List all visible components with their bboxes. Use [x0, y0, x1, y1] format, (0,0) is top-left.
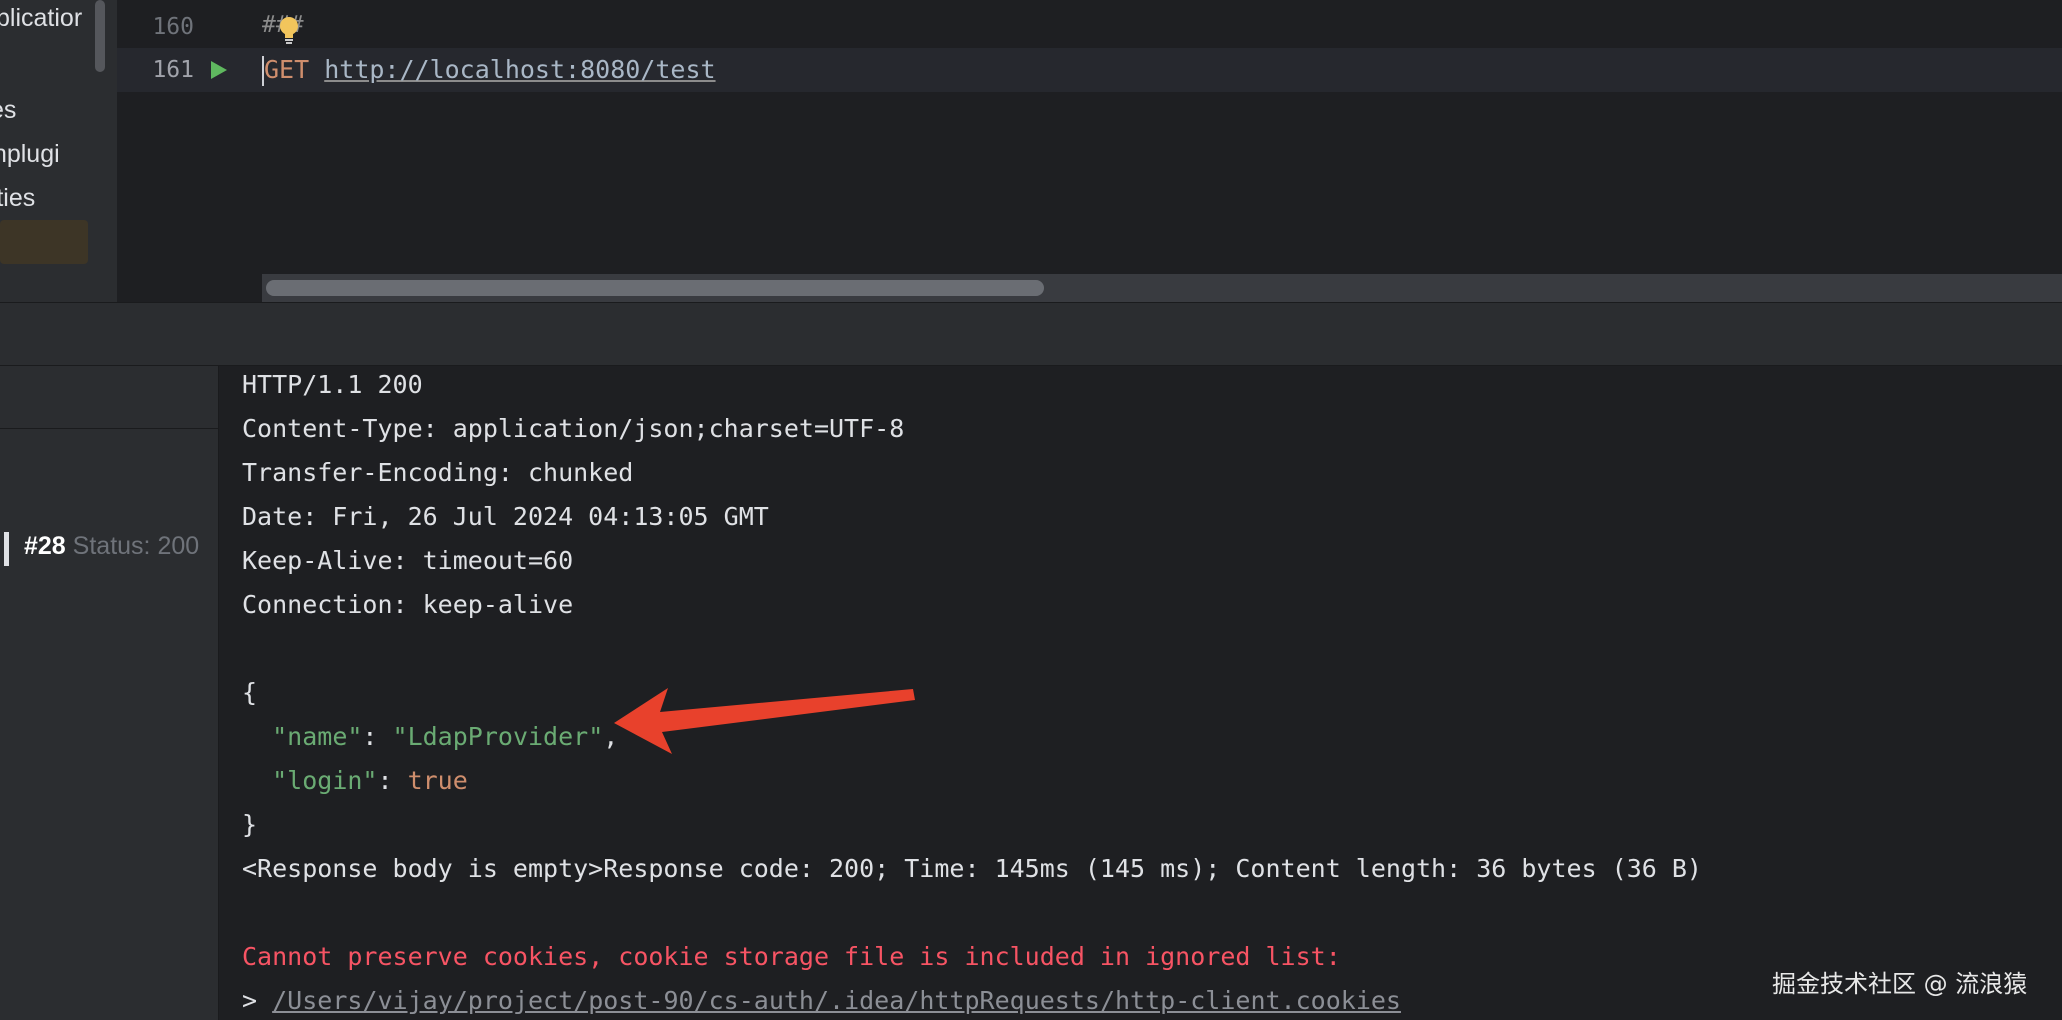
json-name-line: "name": "LdapProvider",	[272, 722, 619, 751]
arrow-annotation	[614, 688, 915, 754]
request-history-panel	[0, 366, 219, 1020]
line-number: 161	[152, 57, 194, 83]
horizontal-scrollbar-thumb[interactable]	[266, 280, 1044, 296]
cookie-path-line: > /Users/vijay/project/post-90/cs-auth/.…	[242, 986, 1401, 1015]
project-tree-item[interactable]: plicatior	[0, 4, 82, 33]
response-header: HTTP/1.1 200	[242, 370, 423, 399]
prompt-symbol: >	[242, 986, 258, 1015]
json-key: "login"	[272, 766, 378, 795]
history-status: Status: 200	[72, 532, 200, 560]
sidebar-scrollbar[interactable]	[95, 0, 105, 72]
response-summary: <Response body is empty>Response code: 2…	[242, 854, 1702, 883]
watermark: 掘金技术社区 @ 流浪猿	[1772, 970, 2028, 998]
response-header: Date: Fri, 26 Jul 2024 04:13:05 GMT	[242, 502, 769, 531]
json-login-line: "login": true	[272, 766, 468, 795]
line-number: 160	[152, 14, 194, 40]
editor-gutter	[117, 0, 257, 302]
project-tree-item[interactable]: rties	[0, 184, 35, 213]
json-value: "LdapProvider"	[392, 722, 604, 751]
history-number: #28	[24, 532, 66, 560]
project-sidebar: plicatior es thplugi rties	[0, 0, 117, 302]
cookie-error-message: Cannot preserve cookies, cookie storage …	[242, 942, 1341, 971]
request-line[interactable]: GET http://localhost:8080/test	[264, 55, 716, 84]
json-open-brace: {	[242, 678, 258, 707]
json-value: true	[407, 766, 468, 795]
history-selection-marker	[4, 532, 9, 566]
response-header: Keep-Alive: timeout=60	[242, 546, 574, 575]
panel-separator	[0, 428, 218, 429]
project-tree-item[interactable]: thplugi	[0, 140, 60, 169]
bulb-icon[interactable]	[276, 14, 302, 46]
run-icon[interactable]	[208, 58, 230, 82]
response-header: Content-Type: application/json;charset=U…	[242, 414, 905, 443]
panel-divider[interactable]	[0, 302, 2062, 366]
json-close-brace: }	[242, 810, 258, 839]
request-url[interactable]: http://localhost:8080/test	[324, 55, 715, 84]
project-tree-item[interactable]: es	[0, 96, 16, 125]
response-header: Transfer-Encoding: chunked	[242, 458, 634, 487]
editor-area[interactable]	[257, 0, 2062, 302]
response-header: Connection: keep-alive	[242, 590, 574, 619]
json-key: "name"	[272, 722, 363, 751]
history-entry[interactable]: #28 Status: 200	[24, 532, 218, 561]
cookie-file-link[interactable]: /Users/vijay/project/post-90/cs-auth/.id…	[272, 986, 1401, 1015]
project-tree-selected-item[interactable]	[0, 220, 88, 264]
http-method: GET	[264, 55, 310, 84]
